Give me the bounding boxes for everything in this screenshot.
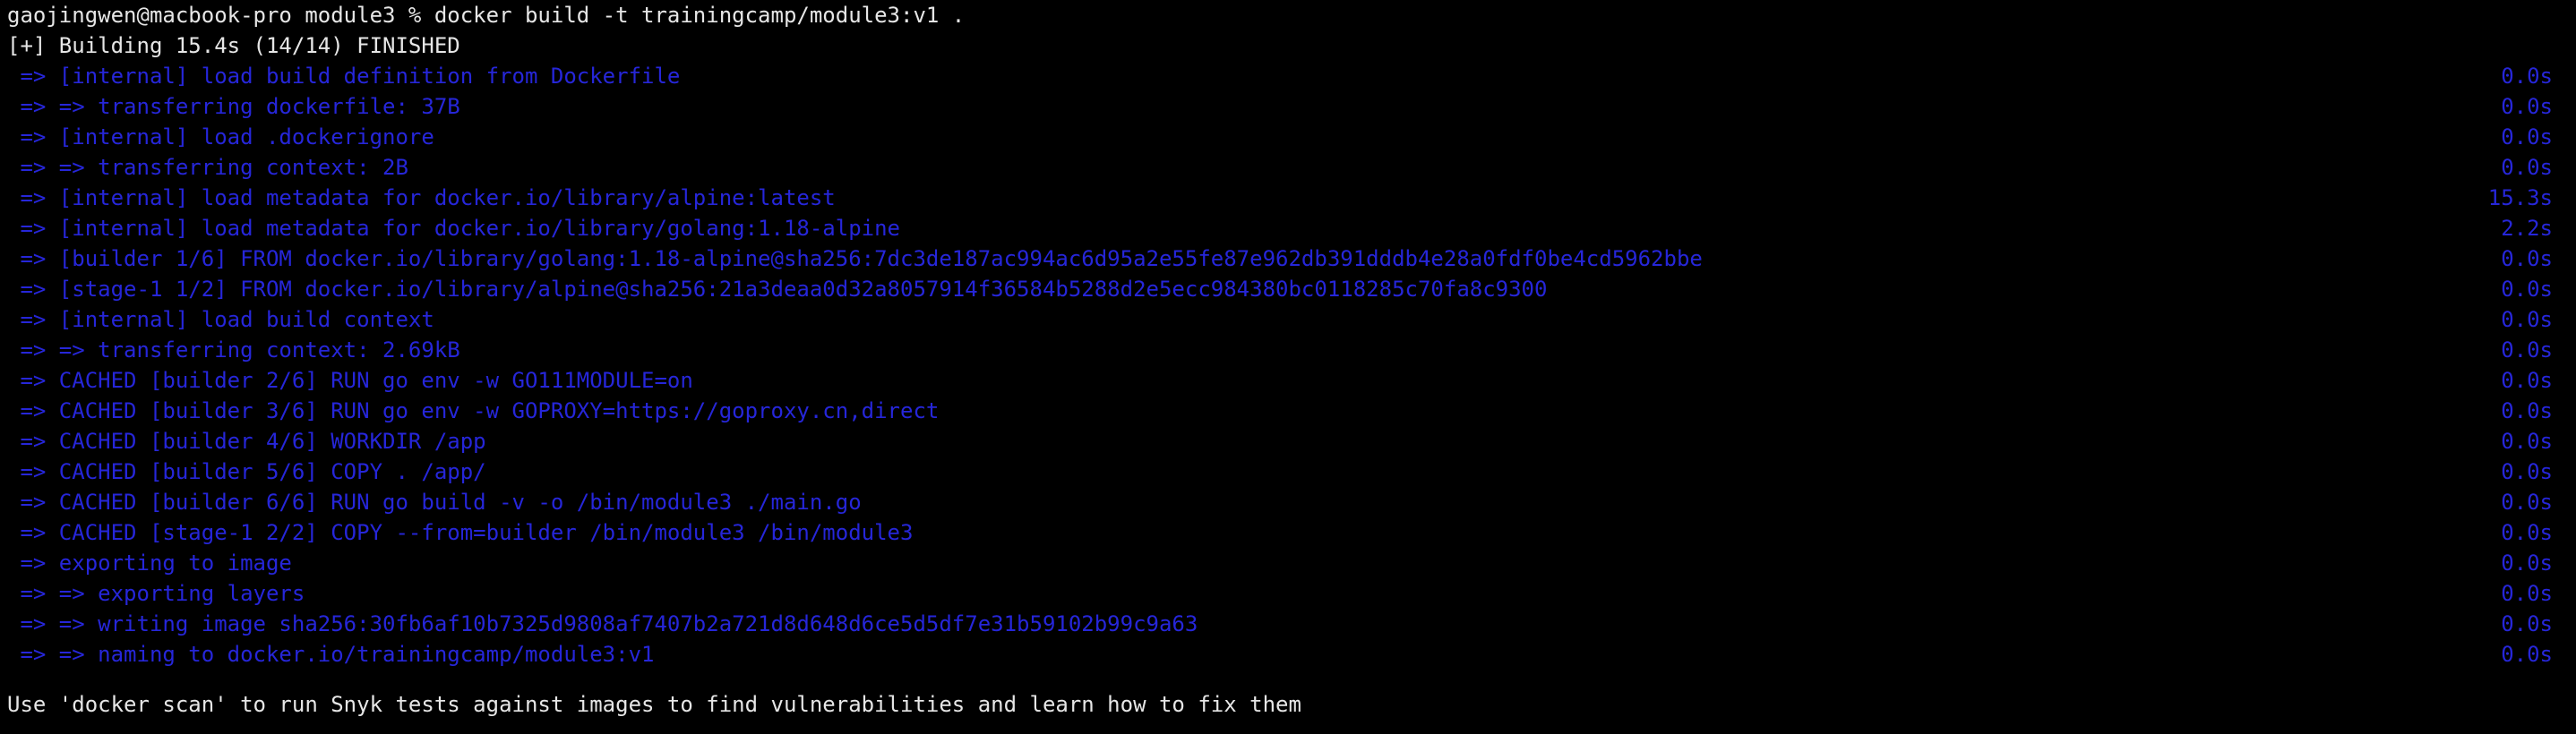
- build-step-duration: 2.2s: [2501, 216, 2553, 241]
- build-steps-list: => [internal] load build definition from…: [7, 61, 2553, 670]
- build-step-text: => => exporting layers: [7, 581, 305, 606]
- command-prompt-line: gaojingwen@macbook-pro module3 % docker …: [7, 3, 966, 28]
- build-step-line: => exporting to image 0.0s: [7, 548, 2553, 578]
- build-step-text: => CACHED [builder 4/6] WORKDIR /app: [7, 429, 486, 454]
- build-step-text: => => transferring context: 2B: [7, 155, 408, 180]
- build-step-line: => => naming to docker.io/trainingcamp/m…: [7, 639, 2553, 670]
- build-step-text: => => transferring context: 2.69kB: [7, 337, 460, 363]
- build-step-text: => CACHED [builder 2/6] RUN go env -w GO…: [7, 368, 693, 393]
- build-step-text: => [internal] load .dockerignore: [7, 124, 434, 149]
- build-step-duration: 0.0s: [2501, 277, 2553, 302]
- build-step-text: => CACHED [builder 3/6] RUN go env -w GO…: [7, 398, 940, 423]
- build-step-text: => => transferring dockerfile: 37B: [7, 94, 460, 119]
- build-step-text: => CACHED [builder 5/6] COPY . /app/: [7, 459, 486, 484]
- build-step-duration: 0.0s: [2501, 581, 2553, 606]
- build-step-text: => => naming to docker.io/trainingcamp/m…: [7, 642, 655, 667]
- build-step-text: => [internal] load build definition from…: [7, 64, 681, 89]
- build-step-text: => [internal] load metadata for docker.i…: [7, 216, 900, 241]
- build-step-line: => [internal] load metadata for docker.i…: [7, 183, 2553, 213]
- build-step-line: => [internal] load build context 0.0s: [7, 304, 2553, 335]
- build-step-duration: 0.0s: [2501, 94, 2553, 119]
- build-step-line: => CACHED [stage-1 2/2] COPY --from=buil…: [7, 517, 2553, 548]
- build-step-text: => CACHED [builder 6/6] RUN go build -v …: [7, 490, 862, 515]
- build-step-duration: 0.0s: [2501, 490, 2553, 515]
- build-step-duration: 0.0s: [2501, 611, 2553, 636]
- build-step-line: => [internal] load .dockerignore 0.0s: [7, 122, 2553, 152]
- build-step-duration: 0.0s: [2501, 642, 2553, 667]
- build-step-line: => CACHED [builder 3/6] RUN go env -w GO…: [7, 396, 2553, 426]
- build-step-text: => exporting to image: [7, 550, 292, 576]
- build-step-duration: 0.0s: [2501, 246, 2553, 271]
- build-step-duration: 0.0s: [2501, 155, 2553, 180]
- build-step-text: => [stage-1 1/2] FROM docker.io/library/…: [7, 277, 1548, 302]
- build-step-line: => [stage-1 1/2] FROM docker.io/library/…: [7, 274, 2553, 304]
- build-step-text: => [internal] load metadata for docker.i…: [7, 185, 836, 210]
- build-step-line: => CACHED [builder 4/6] WORKDIR /app 0.0s: [7, 426, 2553, 457]
- build-step-line: => => transferring context: 2.69kB 0.0s: [7, 335, 2553, 365]
- build-step-line: => => transferring context: 2B 0.0s: [7, 152, 2553, 183]
- build-step-line: => CACHED [builder 6/6] RUN go build -v …: [7, 487, 2553, 517]
- build-step-duration: 0.0s: [2501, 550, 2553, 576]
- terminal-window[interactable]: gaojingwen@macbook-pro module3 % docker …: [0, 0, 2576, 734]
- build-step-line: => [internal] load build definition from…: [7, 61, 2553, 91]
- build-step-line: => => transferring dockerfile: 37B 0.0s: [7, 91, 2553, 122]
- build-step-duration: 0.0s: [2501, 124, 2553, 149]
- build-step-duration: 0.0s: [2501, 398, 2553, 423]
- build-step-text: => [builder 1/6] FROM docker.io/library/…: [7, 246, 1703, 271]
- build-step-line: => => exporting layers 0.0s: [7, 578, 2553, 609]
- build-step-duration: 15.3s: [2487, 185, 2553, 210]
- build-step-text: => => writing image sha256:30fb6af10b732…: [7, 611, 1198, 636]
- build-step-duration: 0.0s: [2501, 429, 2553, 454]
- build-step-duration: 0.0s: [2501, 368, 2553, 393]
- build-step-line: => [internal] load metadata for docker.i…: [7, 213, 2553, 243]
- build-step-duration: 0.0s: [2501, 307, 2553, 332]
- build-step-duration: 0.0s: [2501, 520, 2553, 545]
- build-step-line: => CACHED [builder 5/6] COPY . /app/0.0s: [7, 457, 2553, 487]
- build-step-line: => [builder 1/6] FROM docker.io/library/…: [7, 243, 2553, 274]
- build-step-line: => => writing image sha256:30fb6af10b732…: [7, 609, 2553, 639]
- build-step-duration: 0.0s: [2501, 459, 2553, 484]
- build-step-duration: 0.0s: [2501, 64, 2553, 89]
- build-status-line: [+] Building 15.4s (14/14) FINISHED: [7, 33, 460, 58]
- build-step-text: => CACHED [stage-1 2/2] COPY --from=buil…: [7, 520, 914, 545]
- build-step-duration: 0.0s: [2501, 337, 2553, 363]
- build-step-line: => CACHED [builder 2/6] RUN go env -w GO…: [7, 365, 2553, 396]
- build-step-text: => [internal] load build context: [7, 307, 434, 332]
- docker-scan-hint: Use 'docker scan' to run Snyk tests agai…: [7, 692, 1301, 717]
